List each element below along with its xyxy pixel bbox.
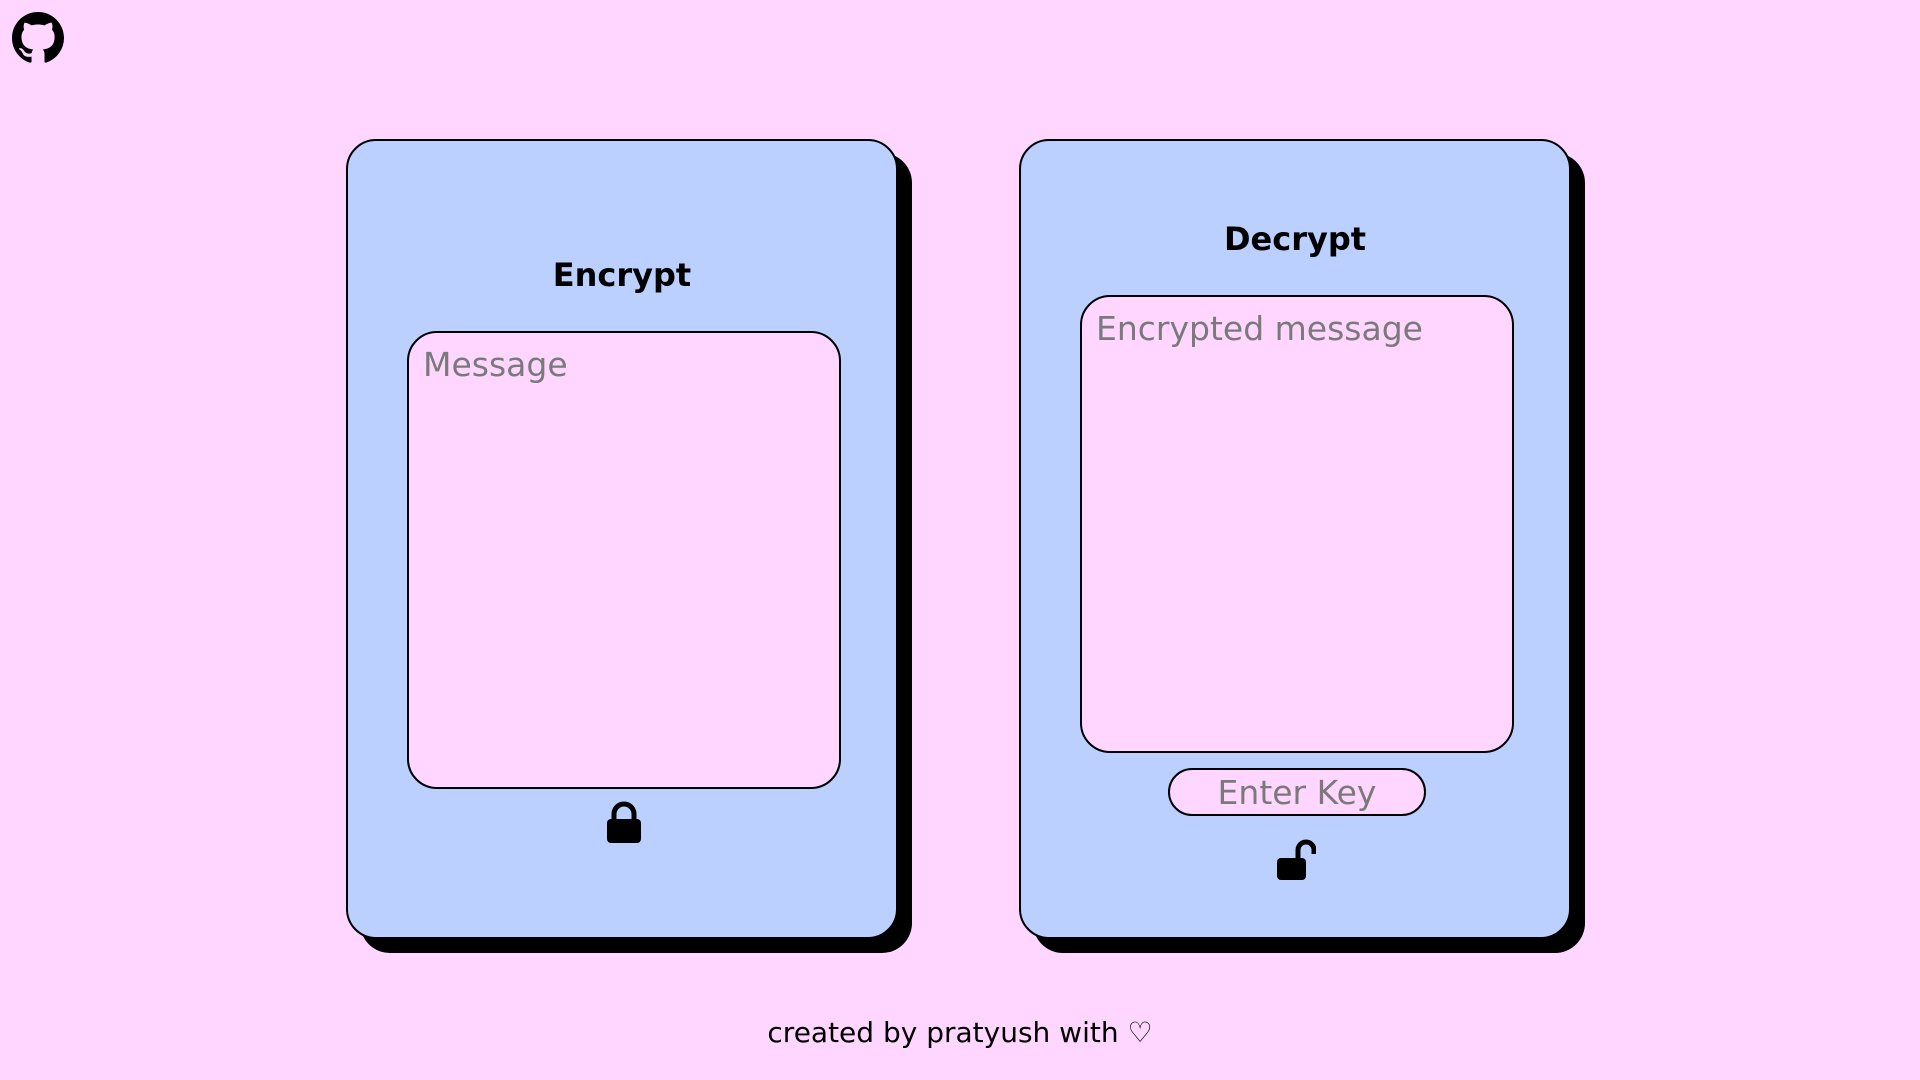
decrypt-title: Decrypt (1223, 220, 1367, 258)
unlock-icon (1277, 839, 1317, 880)
lock-icon (607, 801, 641, 843)
encrypt-card: Encrypt (346, 139, 898, 939)
decrypt-button[interactable] (1276, 838, 1317, 882)
github-link[interactable] (12, 12, 64, 64)
footer-credit: created by pratyush with ♡ (767, 1016, 1153, 1049)
encrypted-message-input[interactable] (1080, 295, 1514, 753)
encrypt-button[interactable] (604, 801, 644, 845)
encrypt-title: Encrypt (552, 256, 692, 294)
decrypt-card: Decrypt (1019, 139, 1571, 939)
key-input[interactable] (1168, 768, 1426, 816)
github-icon (12, 12, 64, 63)
message-input[interactable] (407, 331, 841, 789)
